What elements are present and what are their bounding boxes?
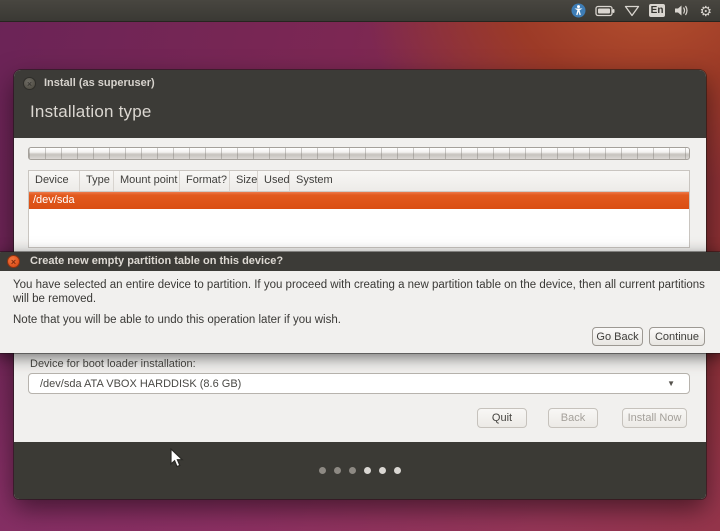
partition-confirm-dialog: × Create new empty partition table on th… <box>0 252 720 353</box>
column-header-format[interactable]: Format? <box>180 171 230 191</box>
mouse-cursor <box>170 448 184 469</box>
dialog-close-icon[interactable]: × <box>7 255 20 268</box>
install-now-button[interactable]: Install Now <box>622 408 687 428</box>
dialog-body: You have selected an entire device to pa… <box>0 271 720 353</box>
page-title: Installation type <box>30 102 152 122</box>
progress-dots <box>14 442 706 499</box>
boot-loader-selected-value: /dev/sda ATA VBOX HARDDISK (8.6 GB) <box>40 378 241 390</box>
accessibility-icon[interactable] <box>571 0 586 22</box>
table-empty-area <box>29 209 689 247</box>
progress-dot <box>334 467 341 474</box>
window-close-icon[interactable]: × <box>23 77 36 90</box>
boot-loader-label: Device for boot loader installation: <box>30 358 196 370</box>
top-panel: En ⚙ <box>0 0 720 22</box>
battery-icon[interactable] <box>595 0 615 22</box>
partition-table: Device Type Mount point Format? Size Use… <box>28 170 690 248</box>
boot-loader-device-select[interactable]: /dev/sda ATA VBOX HARDDISK (8.6 GB) ▼ <box>28 373 690 394</box>
continue-button[interactable]: Continue <box>649 327 705 346</box>
table-row-selected[interactable]: /dev/sda <box>29 192 689 209</box>
progress-dot <box>394 467 401 474</box>
titlebar: × Install (as superuser) <box>14 70 706 96</box>
back-button[interactable]: Back <box>548 408 598 428</box>
desktop: En ⚙ × Install (as superuser) Installati… <box>0 0 720 531</box>
keyboard-layout-label: En <box>649 4 666 17</box>
quit-button[interactable]: Quit <box>477 408 527 428</box>
progress-dot <box>364 467 371 474</box>
progress-dot <box>349 467 356 474</box>
column-header-device[interactable]: Device <box>29 171 80 191</box>
progress-dot <box>319 467 326 474</box>
volume-icon[interactable] <box>674 0 690 22</box>
table-header: Device Type Mount point Format? Size Use… <box>29 171 689 192</box>
keyboard-layout-indicator[interactable]: En <box>649 0 666 22</box>
chevron-down-icon: ▼ <box>667 379 675 388</box>
disk-partition-bar <box>28 147 690 160</box>
dialog-titlebar: × Create new empty partition table on th… <box>0 252 720 271</box>
window-title: Install (as superuser) <box>44 77 155 89</box>
progress-dot <box>379 467 386 474</box>
column-header-type[interactable]: Type <box>80 171 114 191</box>
column-header-mount-point[interactable]: Mount point <box>114 171 180 191</box>
go-back-button[interactable]: Go Back <box>592 327 643 346</box>
network-icon[interactable] <box>624 0 640 22</box>
column-header-system[interactable]: System <box>290 171 689 191</box>
column-header-size[interactable]: Size <box>230 171 258 191</box>
dialog-message-2: Note that you will be able to undo this … <box>13 314 707 326</box>
window-header: × Install (as superuser) Installation ty… <box>14 70 706 138</box>
dialog-message-1: You have selected an entire device to pa… <box>13 278 707 306</box>
session-gear-icon[interactable]: ⚙ <box>699 0 712 22</box>
column-header-used[interactable]: Used <box>258 171 290 191</box>
dialog-title: Create new empty partition table on this… <box>30 255 283 267</box>
